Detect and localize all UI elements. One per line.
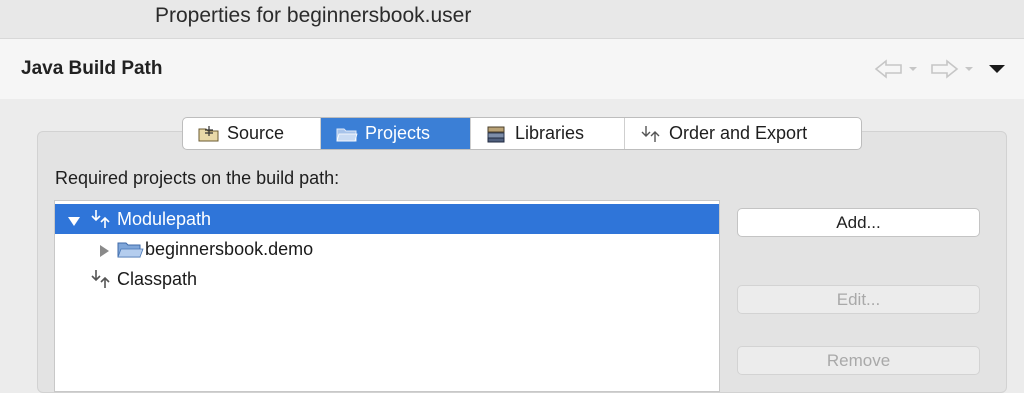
project-folder-icon — [335, 124, 359, 144]
tree-item-label: Modulepath — [117, 208, 212, 229]
edit-button[interactable]: Edit... — [737, 285, 980, 314]
modulepath-icon — [87, 208, 117, 230]
tree-item-modulepath[interactable]: Modulepath — [55, 204, 719, 234]
library-icon — [485, 124, 509, 144]
tab-projects[interactable]: Projects — [321, 118, 471, 149]
tab-libraries[interactable]: Libraries — [471, 118, 625, 149]
page-title: Java Build Path — [21, 58, 163, 79]
order-arrows-icon — [639, 124, 663, 144]
forward-arrow-icon[interactable] — [929, 57, 979, 81]
page-header: Java Build Path — [0, 38, 1024, 100]
tab-source[interactable]: Source — [183, 118, 321, 149]
source-folder-icon — [197, 124, 221, 144]
window-titlebar: Properties for beginnersbook.user — [0, 0, 1024, 38]
tab-label: Projects — [365, 123, 431, 143]
required-projects-label: Required projects on the build path: — [55, 168, 340, 188]
tab-bar: Source Projects Libraries Order and Expo… — [182, 117, 862, 150]
window-title: Properties for beginnersbook.user — [155, 4, 472, 27]
collapsed-triangle-icon[interactable] — [97, 242, 111, 257]
tree-item-label: Classpath — [117, 268, 198, 289]
tab-label: Order and Export — [669, 123, 808, 143]
expanded-triangle-icon[interactable] — [67, 212, 81, 226]
classpath-icon — [87, 268, 117, 290]
add-button[interactable]: Add... — [737, 208, 980, 237]
tab-order-and-export[interactable]: Order and Export — [625, 118, 861, 149]
tab-label: Libraries — [515, 123, 585, 143]
remove-button[interactable]: Remove — [737, 346, 980, 375]
build-path-tree[interactable]: Modulepath beginnersbook.demo Classpath — [54, 200, 720, 392]
tab-label: Source — [227, 123, 285, 143]
tree-item-classpath[interactable]: Classpath — [55, 264, 719, 294]
tree-item-label: beginnersbook.demo — [145, 238, 314, 259]
project-folder-icon — [115, 238, 145, 260]
back-arrow-icon[interactable] — [873, 57, 923, 81]
tree-item-project[interactable]: beginnersbook.demo — [55, 234, 719, 264]
chevron-down-icon[interactable] — [986, 57, 1008, 81]
